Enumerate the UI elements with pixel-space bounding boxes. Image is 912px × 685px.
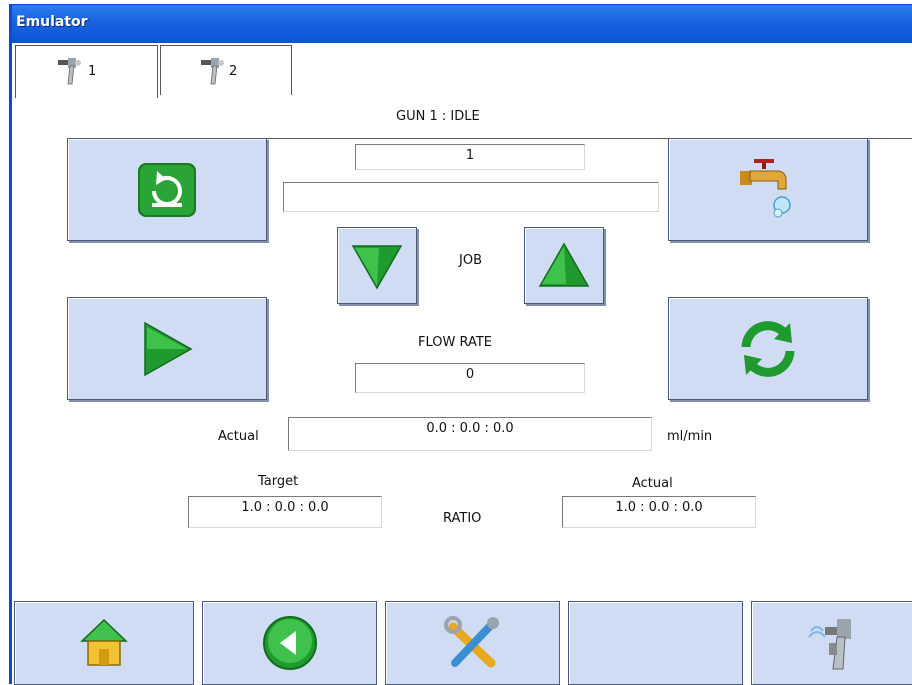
job-number-field[interactable]: 1 [355, 144, 585, 170]
tab-label: 2 [229, 64, 238, 79]
gun-tabs: 1 2 [12, 45, 912, 139]
water-tap-icon [740, 158, 791, 217]
job-name-field[interactable] [283, 182, 659, 212]
home-icon [80, 618, 128, 666]
spray-gun-icon [808, 619, 851, 670]
spray-gun-button[interactable] [751, 601, 912, 685]
spray-gun-icon [56, 56, 84, 90]
tab-gun-2[interactable]: 2 [160, 45, 292, 95]
ratio-actual-label: Actual [632, 476, 673, 491]
back-arrow-icon [262, 616, 317, 670]
reset-button[interactable] [67, 138, 267, 241]
play-icon [144, 321, 193, 376]
flow-actual-field: 0.0 : 0.0 : 0.0 [288, 417, 652, 451]
gun-status: GUN 1 : IDLE [396, 109, 480, 124]
refresh-button[interactable] [668, 297, 868, 400]
job-label: JOB [459, 253, 482, 268]
refresh-icon [741, 320, 795, 377]
start-button[interactable] [67, 297, 267, 400]
title-bar: Emulator [12, 5, 912, 43]
job-up-button[interactable] [524, 227, 604, 304]
back-button[interactable] [202, 601, 377, 685]
tools-button[interactable] [385, 601, 560, 685]
ratio-actual-field: 1.0 : 0.0 : 0.0 [562, 496, 756, 528]
triangle-down-icon [351, 244, 403, 290]
triangle-up-icon [538, 241, 590, 287]
ratio-label: RATIO [443, 511, 482, 526]
ratio-target-label: Target [258, 474, 299, 489]
tab-gun-1[interactable]: 1 [15, 45, 158, 98]
ratio-target-field: 1.0 : 0.0 : 0.0 [188, 496, 382, 528]
reset-icon [138, 162, 196, 217]
flow-rate-label: FLOW RATE [418, 335, 493, 350]
tab-label: 1 [88, 64, 97, 79]
footer-toolbar [12, 599, 912, 685]
window-title: Emulator [16, 14, 88, 30]
tools-icon [443, 616, 499, 668]
flow-rate-field[interactable]: 0 [355, 363, 585, 393]
blank-button[interactable] [568, 601, 743, 685]
emulator-window: Emulator 1 2 GUN 1: IDLE 1 JOB FLOW RAT… [9, 4, 912, 685]
spray-gun-icon [199, 56, 227, 90]
flow-unit: ml/min [667, 429, 713, 444]
job-down-button[interactable] [337, 227, 417, 304]
home-button[interactable] [14, 601, 194, 685]
flush-tap-button[interactable] [668, 138, 868, 241]
flow-actual-label: Actual [218, 429, 259, 444]
